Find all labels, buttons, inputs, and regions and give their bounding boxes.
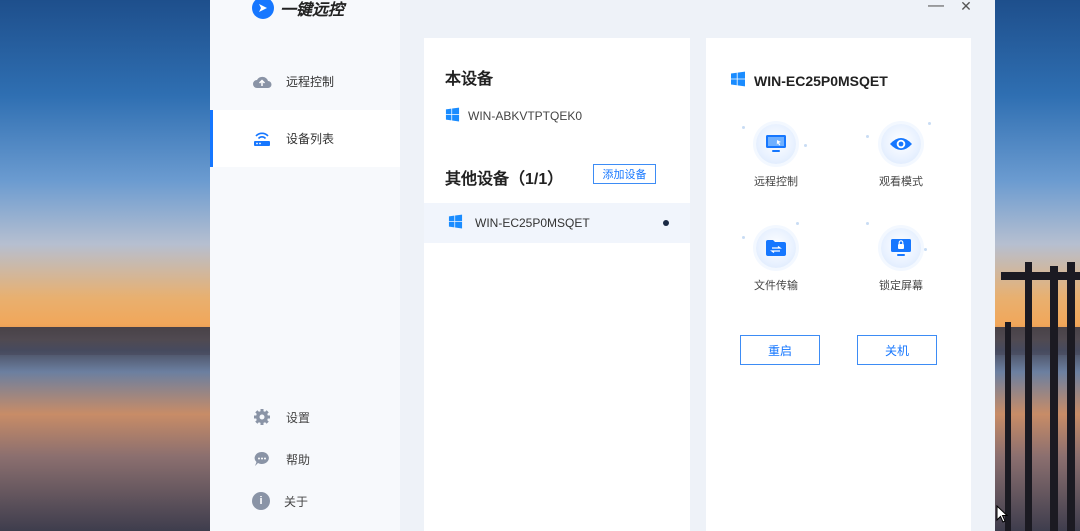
device-name: WIN-EC25P0MSQET (475, 216, 590, 230)
add-device-button[interactable]: 添加设备 (593, 164, 656, 184)
device-list-panel: 本设备 WIN-ABKVTPTQEK0 其他设备（1/1） 添加设备 WIN-E… (424, 38, 690, 531)
detail-header: WIN-EC25P0MSQET (730, 71, 888, 90)
minimize-button[interactable]: — (926, 0, 946, 14)
decor-dot (796, 222, 799, 225)
app-name: 一键远控 (280, 2, 345, 19)
lock-screen-action[interactable]: 锁定屏幕 (861, 228, 941, 298)
this-device: WIN-ABKVTPTQEK0 (445, 107, 582, 125)
action-label: 观看模式 (879, 176, 923, 188)
app-logo: 一键远控 (252, 0, 344, 20)
restart-button[interactable]: 重启 (740, 335, 820, 365)
chat-help-icon (252, 449, 272, 469)
shutdown-button[interactable]: 关机 (857, 335, 937, 365)
about-label: 关于 (284, 494, 309, 509)
this-device-name: WIN-ABKVTPTQEK0 (468, 109, 583, 123)
watch-mode-action[interactable]: 观看模式 (861, 124, 941, 194)
wallpaper-pier (995, 262, 1080, 531)
detail-device-name: WIN-EC25P0MSQET (754, 72, 888, 89)
list-item[interactable]: WIN-EC25P0MSQET (424, 203, 690, 243)
remote-control-action[interactable]: 远程控制 (736, 124, 816, 194)
sidebar-item-about[interactable]: i 关于 (210, 486, 400, 516)
help-label: 帮助 (286, 452, 311, 467)
sidebar-item-help[interactable]: 帮助 (210, 444, 400, 474)
other-devices-title: 其他设备（1/1） (445, 171, 564, 188)
router-icon (252, 129, 272, 149)
windows-icon (730, 71, 746, 90)
close-button[interactable]: ✕ (956, 0, 976, 14)
lock-screen-icon (881, 228, 921, 268)
action-label: 远程控制 (754, 176, 798, 188)
sidebar-item-settings[interactable]: 设置 (210, 402, 400, 432)
mouse-cursor-icon (996, 504, 1009, 528)
sidebar-item-device-list[interactable]: 设备列表 (210, 110, 400, 167)
settings-label: 设置 (286, 410, 311, 425)
sidebar-item-label: 设备列表 (286, 132, 335, 146)
decor-dot (866, 222, 869, 225)
action-label: 锁定屏幕 (879, 280, 923, 292)
sidebar-item-label: 远程控制 (286, 75, 335, 89)
windows-icon (448, 214, 463, 232)
logo-mark-icon (252, 0, 274, 19)
info-icon: i (252, 492, 270, 510)
app-window: 一键远控 远程控制 设备列表 设置 帮助 i 关于 — ✕ 本设备 WIN-AB… (210, 0, 995, 531)
this-device-title: 本设备 (445, 71, 494, 88)
eye-icon (881, 124, 921, 164)
sidebar-item-remote-control[interactable]: 远程控制 (210, 53, 400, 110)
online-status-dot (663, 220, 669, 226)
gear-icon (252, 407, 272, 427)
monitor-icon (756, 124, 796, 164)
cloud-upload-icon (252, 72, 272, 92)
windows-icon (445, 107, 460, 125)
file-transfer-action[interactable]: 文件传输 (736, 228, 816, 298)
device-detail-panel: WIN-EC25P0MSQET 远程控制 观看模式 文件传输 锁定屏幕 重启 关… (706, 38, 971, 531)
sidebar: 一键远控 远程控制 设备列表 设置 帮助 i 关于 (210, 0, 400, 531)
action-label: 文件传输 (754, 280, 798, 292)
folder-transfer-icon (756, 228, 796, 268)
